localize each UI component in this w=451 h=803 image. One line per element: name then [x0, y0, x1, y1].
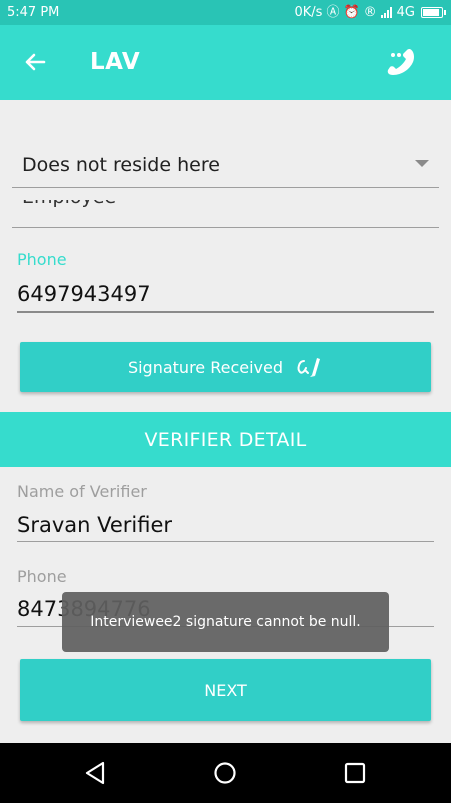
system-nav-bar — [0, 743, 451, 803]
status-icons: 0K/s Ⓐ ⏰ ® 4G — [294, 5, 446, 20]
signature-received-button[interactable]: Signature Received — [20, 342, 431, 392]
caret-down-icon — [415, 160, 429, 167]
alarm-icon: ⏰ — [343, 5, 360, 20]
section-title: VERIFIER DETAIL — [144, 428, 307, 451]
clipped-text-field[interactable]: Employee — [12, 200, 439, 228]
home-circle-icon[interactable] — [211, 759, 239, 787]
residence-status-dropdown[interactable]: Does not reside here — [12, 140, 439, 188]
verifier-phone-label: Phone — [17, 567, 67, 586]
next-button-label: NEXT — [204, 680, 247, 700]
battery-icon — [421, 7, 446, 18]
app-toolbar: LAV — [0, 25, 451, 100]
verifier-detail-header: VERIFIER DETAIL — [0, 412, 451, 467]
recents-square-icon[interactable] — [341, 759, 369, 787]
arrow-left-icon[interactable] — [20, 47, 50, 77]
clipped-field-value: Employee — [22, 200, 116, 208]
network-type: 4G — [396, 5, 415, 20]
signature-pen-icon — [297, 358, 321, 377]
page-title: LAV — [90, 49, 141, 75]
phone-input[interactable]: 6497943497 — [17, 282, 151, 306]
next-button[interactable]: NEXT — [20, 659, 431, 721]
net-speed: 0K/s — [294, 5, 323, 20]
registered-icon: ® — [363, 5, 377, 20]
data-saver-icon: Ⓐ — [326, 5, 340, 20]
phone-label: Phone — [17, 250, 67, 269]
verifier-name-label: Name of Verifier — [17, 482, 147, 501]
phone-dots-icon[interactable] — [384, 45, 418, 79]
status-bar: 5:47 PM 0K/s Ⓐ ⏰ ® 4G — [0, 0, 451, 25]
status-time: 5:47 PM — [7, 5, 60, 20]
signature-button-label: Signature Received — [127, 357, 284, 377]
verifier-name-underline — [17, 541, 434, 542]
dropdown-selected-value: Does not reside here — [22, 154, 220, 176]
verifier-name-input[interactable]: Sravan Verifier — [17, 513, 172, 537]
back-triangle-icon[interactable] — [82, 759, 110, 787]
phone-underline — [17, 311, 434, 313]
screen: 5:47 PM 0K/s Ⓐ ⏰ ® 4G LAV Does not resid… — [0, 0, 451, 803]
toast-message: Interviewee2 signature cannot be null. — [90, 614, 361, 630]
signal-icon — [380, 7, 392, 18]
error-toast: Interviewee2 signature cannot be null. — [62, 592, 389, 652]
